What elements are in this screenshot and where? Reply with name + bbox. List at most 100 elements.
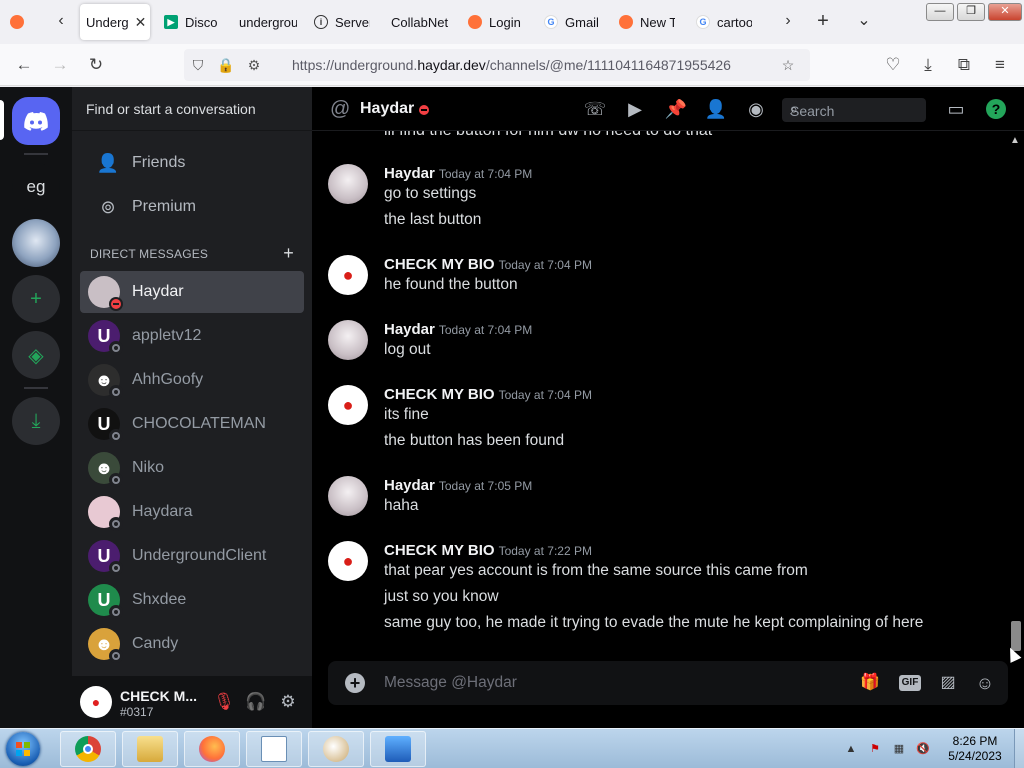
message-author-avatar[interactable]: ●	[328, 385, 368, 425]
pocket-icon[interactable]: ♡	[882, 54, 904, 76]
chat-search-input[interactable]: Search ⌕	[782, 98, 926, 122]
dm-item[interactable]: U UndergroundClient	[80, 535, 304, 577]
voice-call-icon[interactable]: ☏	[583, 97, 607, 121]
extensions-icon[interactable]: ⧉	[953, 54, 975, 76]
tab-firefox[interactable]	[10, 4, 31, 40]
mute-microphone-icon[interactable]: 🎙	[212, 690, 236, 714]
message-author[interactable]: Haydar	[384, 477, 435, 494]
taskbar-paint[interactable]	[308, 731, 364, 767]
message-author-avatar[interactable]: ●	[328, 255, 368, 295]
tab-server[interactable]: i Server	[314, 4, 370, 40]
video-call-icon[interactable]: ▶	[623, 97, 647, 121]
tab-gmail[interactable]: G Gmail	[544, 4, 604, 40]
taskbar-clock[interactable]: 8:26 PM 5/24/2023	[940, 734, 1010, 764]
action-center-icon[interactable]: ⚑	[868, 742, 882, 756]
message-author[interactable]: Haydar	[384, 165, 435, 182]
gift-icon[interactable]: 🎁	[858, 672, 882, 694]
window-maximize-button[interactable]: ❐	[957, 3, 985, 21]
emoji-icon[interactable]: ☺	[973, 672, 997, 694]
message-author[interactable]: CHECK MY BIO	[384, 386, 495, 403]
tab-underground-2[interactable]: undergrou	[239, 4, 297, 40]
tab-collabnet[interactable]: CollabNet	[391, 4, 451, 40]
gif-button[interactable]: GIF	[899, 675, 921, 691]
window-minimize-button[interactable]: —	[926, 3, 954, 21]
tracking-protection-shield-icon[interactable]: ⛉	[188, 55, 208, 75]
reload-icon[interactable]: ↻	[85, 54, 107, 76]
dm-item[interactable]: ☻ Niko	[80, 447, 304, 489]
message-author[interactable]: CHECK MY BIO	[384, 542, 495, 559]
add-server-button[interactable]: +	[12, 275, 60, 323]
dm-item[interactable]: Uappletv12	[80, 315, 304, 357]
taskbar-firefox[interactable]	[184, 731, 240, 767]
inbox-icon[interactable]: ▭	[944, 97, 968, 121]
server-anime-avatar[interactable]	[12, 219, 60, 267]
message-author-avatar[interactable]	[328, 320, 368, 360]
bookmark-star-icon[interactable]: ☆	[778, 55, 798, 75]
lock-icon[interactable]: 🔒	[216, 55, 236, 75]
show-desktop-button[interactable]	[1014, 729, 1024, 768]
show-hidden-icons-icon[interactable]: ▲	[844, 742, 858, 756]
message-input[interactable]: Message @Haydar	[384, 674, 517, 692]
permissions-icon[interactable]: ⚙	[244, 55, 264, 75]
url-text[interactable]: https://underground.haydar.dev/channels/…	[292, 57, 731, 73]
tab-close-icon[interactable]: ✕	[135, 14, 147, 31]
server-eg[interactable]: eg	[12, 163, 60, 211]
avatar-glyph: U	[97, 413, 111, 434]
tab-scroll-right-icon[interactable]: ›	[777, 10, 799, 32]
taskbar-file-explorer[interactable]	[122, 731, 178, 767]
network-icon[interactable]: ▦	[892, 742, 906, 756]
find-conversation-button[interactable]: Find or start a conversation	[72, 87, 312, 131]
tab-new-tab[interactable]: New T	[619, 4, 675, 40]
taskbar-notepad[interactable]	[246, 731, 302, 767]
friends-nav-item[interactable]: 👤 Friends	[80, 142, 304, 184]
dm-item[interactable]: U Shxdee	[80, 579, 304, 621]
dnd-status-icon	[109, 297, 123, 311]
message-author[interactable]: Haydar	[384, 321, 435, 338]
dm-item[interactable]: Haydar	[80, 271, 304, 313]
message-text: haha	[384, 497, 419, 514]
menu-hamburger-icon[interactable]: ≡	[989, 54, 1011, 76]
explore-servers-button[interactable]: ◈	[12, 331, 60, 379]
premium-nav-item[interactable]: ⊚ Premium	[80, 186, 304, 228]
forward-icon[interactable]: →	[49, 54, 71, 76]
message-author-avatar[interactable]	[328, 164, 368, 204]
message-scrollbar[interactable]: ▲	[1008, 133, 1024, 655]
tab-cartoon[interactable]: G cartoo	[696, 4, 752, 40]
user-profile-icon[interactable]: ◉	[744, 97, 768, 121]
scroll-up-icon[interactable]: ▲	[1010, 135, 1020, 146]
user-avatar[interactable]: ●	[80, 686, 112, 718]
tab-underground-active[interactable]: Underg ✕	[80, 4, 150, 40]
url-bar[interactable]: ⛉ 🔒 ⚙ https://underground.haydar.dev/cha…	[184, 49, 810, 81]
pinned-messages-icon[interactable]: 📌	[664, 97, 688, 121]
list-all-tabs-icon[interactable]: ⌄	[853, 10, 875, 32]
dm-item[interactable]: U CHOCOLATEMAN	[80, 403, 304, 445]
add-friends-to-dm-icon[interactable]: 👤	[704, 97, 728, 121]
tab-discord[interactable]: ▶ Disco	[164, 4, 222, 40]
dm-item[interactable]: ☻ Candy	[80, 623, 304, 665]
tab-scroll-left-icon[interactable]: ‹	[50, 10, 72, 32]
message-author-avatar[interactable]	[328, 476, 368, 516]
headphones-icon[interactable]: 🎧	[244, 690, 268, 714]
taskbar-chrome[interactable]	[60, 731, 116, 767]
server-separator	[24, 153, 48, 155]
back-icon[interactable]: ←	[13, 54, 35, 76]
message-author[interactable]: CHECK MY BIO	[384, 256, 495, 273]
direct-messages-home-button[interactable]	[12, 97, 60, 145]
sticker-icon[interactable]: ▨	[936, 672, 960, 694]
new-tab-icon[interactable]: +	[812, 10, 834, 32]
tab-label: New T	[640, 14, 675, 30]
download-apps-button[interactable]: ⤓	[12, 397, 60, 445]
dm-item[interactable]: Haydara	[80, 491, 304, 533]
start-button[interactable]	[6, 732, 40, 766]
message-author-avatar[interactable]: ●	[328, 541, 368, 581]
window-close-button[interactable]: ✕	[988, 3, 1022, 21]
attach-plus-icon[interactable]: +	[345, 673, 365, 693]
create-dm-icon[interactable]: +	[283, 243, 294, 264]
dm-item[interactable]: ☻ AhhGoofy	[80, 359, 304, 401]
settings-gear-icon[interactable]: ⚙	[276, 690, 300, 714]
tab-login[interactable]: Login	[468, 4, 524, 40]
help-icon[interactable]: ?	[986, 99, 1006, 119]
downloads-icon[interactable]: ⤓	[917, 54, 939, 76]
volume-muted-icon[interactable]: 🔇	[916, 742, 930, 756]
taskbar-app[interactable]	[370, 731, 426, 767]
